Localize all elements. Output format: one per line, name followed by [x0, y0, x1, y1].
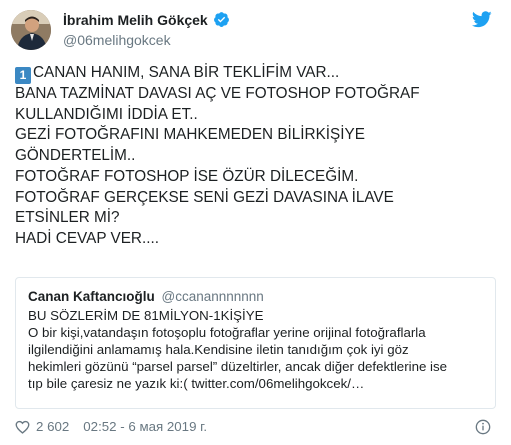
quoted-tweet[interactable]: Canan Kaftancıoğlu @ccanannnnnnn BU SÖZL…: [15, 277, 496, 409]
quoted-display-name: Canan Kaftancıoğlu: [28, 289, 155, 304]
verified-badge-icon: [213, 12, 229, 27]
heart-icon[interactable]: [15, 420, 30, 434]
author-name-row: İbrahim Melih Gökçek: [63, 11, 230, 28]
tweet-line: KULLANDIĞIMI İDDİA ET..: [15, 105, 198, 123]
quoted-line: tıp bile çaresiz ne yazık ki:( twitter.c…: [28, 375, 365, 391]
quoted-line: O bir kişi,vatandaşın fotoşoplu fotoğraf…: [28, 324, 426, 340]
tweet-text: 1 CANAN HANIM, SANA BİR TEKLİFİM VAR... B…: [15, 63, 500, 250]
tweet-line: GÖNDERTELİM..: [15, 147, 136, 165]
tweet-line: 1 CANAN HANIM, SANA BİR TEKLİFİM VAR...: [15, 63, 500, 84]
embedded-tweet: İbrahim Melih Gökçek @06melihgokcek 1 CAN…: [0, 0, 511, 445]
tweet-line-text: CANAN HANIM, SANA BİR TEKLİFİM VAR...: [33, 64, 340, 81]
quoted-tweet-header: Canan Kaftancıoğlu @ccanannnnnnn: [28, 289, 264, 304]
tweet-timestamp[interactable]: 02:52 - 6 мая 2019 г.: [83, 419, 207, 434]
quoted-line: ilgilendiğini anlamamış hala.Kendisine i…: [28, 341, 409, 357]
info-icon[interactable]: [475, 419, 491, 435]
tweet-line: GEZİ FOTOĞRAFINI MAHKEMEDEN BİLİRKİŞİYE: [15, 126, 365, 144]
quoted-tweet-text: BU SÖZLERİM DE 81MİLYON-1KİŞİYE O bir ki…: [28, 308, 490, 393]
tweet-line: FOTOĞRAF FOTOSHOP İSE ÖZÜR DİLECEĞİM.: [15, 167, 359, 185]
twitter-bird-icon[interactable]: [472, 11, 492, 28]
tweet-line: HADİ CEVAP VER....: [15, 229, 159, 247]
quoted-line: hekimleri gözünü “parsel parsel” düzelti…: [28, 358, 448, 374]
tweet-line: BANA TAZMİNAT DAVASI AÇ VE FOTOSHOP FOTO…: [15, 85, 420, 102]
quoted-line: BU SÖZLERİM DE 81MİLYON-1KİŞİYE: [28, 308, 264, 323]
keycap-one-icon: 1: [15, 67, 31, 84]
author-display-name[interactable]: İbrahim Melih Gökçek: [63, 12, 208, 28]
quoted-handle: @ccanannnnnnn: [161, 289, 264, 304]
tweet-line: ETSİNLER Mİ?: [15, 209, 120, 227]
author-handle[interactable]: @06melihgokcek: [63, 32, 171, 48]
tweet-line: FOTOĞRAF GERÇEKSE SENİ GEZİ DAVASINA İLA…: [15, 188, 394, 206]
avatar-portrait: [11, 10, 51, 50]
like-count[interactable]: 2 602: [36, 419, 69, 434]
avatar[interactable]: [11, 10, 51, 50]
tweet-footer: 2 602 02:52 - 6 мая 2019 г.: [15, 419, 207, 434]
